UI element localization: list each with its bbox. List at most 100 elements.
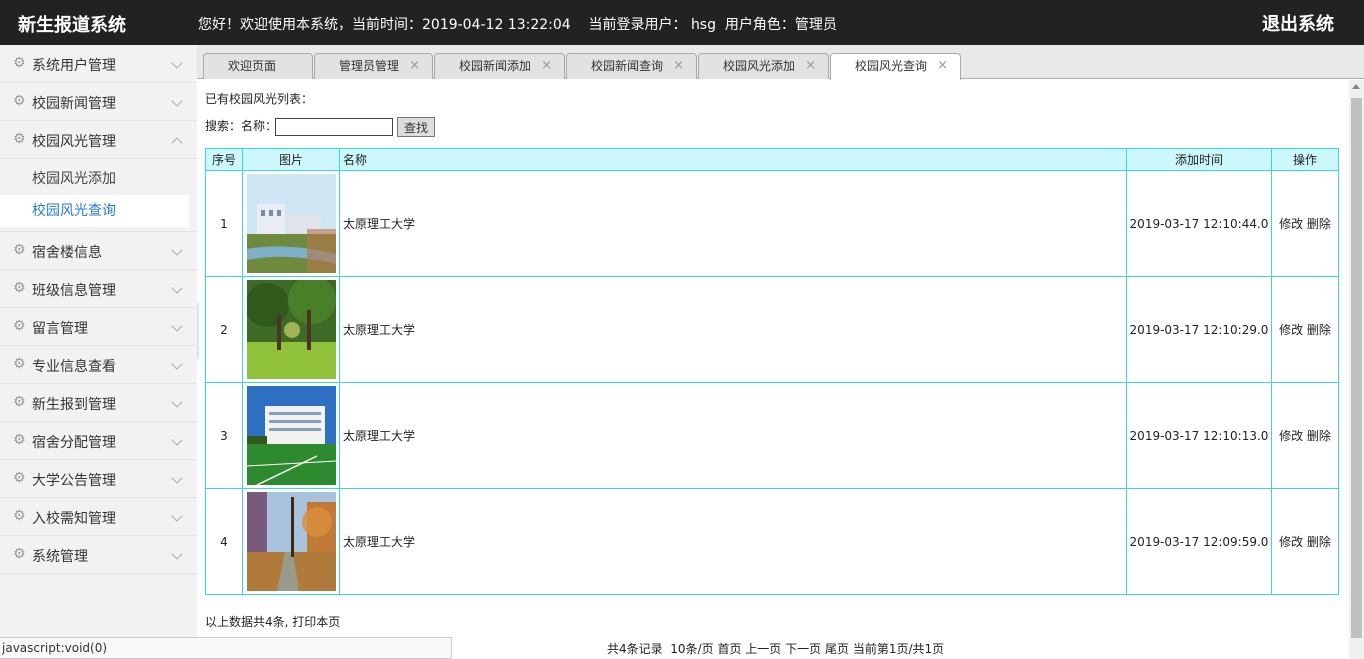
cell-actions: 修改 删除 bbox=[1271, 276, 1339, 383]
print-link[interactable]: 打印本页 bbox=[292, 615, 340, 629]
chevron-down-icon bbox=[171, 244, 183, 256]
app-title: 新生报道系统 bbox=[18, 15, 126, 36]
tab-welcome[interactable]: 欢迎页面 bbox=[203, 53, 313, 79]
sidebar-item-label: 校园新闻管理 bbox=[32, 96, 116, 112]
sidebar-item-campus-scenery[interactable]: ⚙ 校园风光管理 bbox=[0, 121, 197, 159]
sidebar-item-announcements[interactable]: ⚙ 大学公告管理 bbox=[0, 460, 197, 498]
logout-button[interactable]: 退出系统 bbox=[1262, 10, 1334, 36]
chevron-down-icon bbox=[171, 57, 183, 69]
sidebar: ⚙ 系统用户管理 ⚙ 校园新闻管理 ⚙ 校园风光管理 校园风光添加 校园风光查询… bbox=[0, 45, 197, 659]
pager-prev[interactable]: 上一页 bbox=[745, 642, 781, 656]
cell-no: 1 bbox=[205, 170, 243, 277]
chevron-down-icon bbox=[171, 358, 183, 370]
scrollbar-thumb[interactable] bbox=[1351, 98, 1362, 638]
chevron-down-icon bbox=[171, 282, 183, 294]
search-bar: 搜索：名称： 查找 bbox=[205, 117, 435, 137]
edit-link[interactable]: 修改 bbox=[1279, 323, 1303, 337]
sidebar-item-class-info[interactable]: ⚙ 班级信息管理 bbox=[0, 270, 197, 308]
tab-label: 校园风光添加 bbox=[723, 59, 796, 73]
delete-link[interactable]: 删除 bbox=[1307, 217, 1331, 231]
sidebar-item-label: 系统管理 bbox=[32, 549, 88, 565]
sidebar-item-messages[interactable]: ⚙ 留言管理 bbox=[0, 308, 197, 346]
sidebar-item-label: 班级信息管理 bbox=[32, 283, 116, 299]
search-label: 搜索：名称： bbox=[205, 119, 278, 133]
list-caption: 已有校园风光列表： bbox=[205, 92, 314, 106]
sidebar-item-registration[interactable]: ⚙ 新生报到管理 bbox=[0, 384, 197, 422]
table-row: 2 太原理工大学 2019-03-17 12:10:29.0 修改 删除 bbox=[205, 276, 1339, 383]
close-icon[interactable]: × bbox=[805, 54, 816, 78]
cell-image bbox=[242, 170, 340, 277]
sidebar-item-system-users[interactable]: ⚙ 系统用户管理 bbox=[0, 45, 197, 83]
close-icon[interactable]: × bbox=[673, 54, 684, 78]
sidebar-item-major-info[interactable]: ⚙ 专业信息查看 bbox=[0, 346, 197, 384]
tab-admin-manage[interactable]: 管理员管理 × bbox=[314, 53, 433, 79]
cell-no: 4 bbox=[205, 488, 243, 595]
delete-link[interactable]: 删除 bbox=[1307, 429, 1331, 443]
find-button[interactable]: 查找 bbox=[397, 117, 435, 137]
scroll-up-icon[interactable] bbox=[1352, 84, 1360, 89]
sidebar-subitem-scenery-query[interactable]: 校园风光查询 bbox=[0, 195, 189, 227]
column-header-time: 添加时间 bbox=[1126, 148, 1272, 171]
sidebar-item-label: 留言管理 bbox=[32, 321, 88, 337]
pager-next[interactable]: 下一页 bbox=[785, 642, 821, 656]
gear-icon: ⚙ bbox=[13, 55, 26, 71]
close-icon[interactable]: × bbox=[541, 54, 552, 78]
table-header-row: 序号 图片 名称 添加时间 操作 bbox=[205, 148, 1339, 171]
chevron-down-icon bbox=[171, 95, 183, 107]
search-name-input[interactable] bbox=[275, 118, 393, 136]
sidebar-item-system[interactable]: ⚙ 系统管理 bbox=[0, 536, 197, 574]
edit-link[interactable]: 修改 bbox=[1279, 429, 1303, 443]
tab-label: 管理员管理 bbox=[339, 59, 400, 73]
pager-last[interactable]: 尾页 bbox=[825, 642, 849, 656]
close-icon[interactable]: × bbox=[937, 54, 948, 78]
column-header-image: 图片 bbox=[242, 148, 340, 171]
table-row: 4 太原理工大学 2019-03-17 12:09:59.0 修改 删除 bbox=[205, 488, 1339, 595]
pager-per-page: 10条/页 bbox=[670, 642, 714, 656]
sidebar-subitem-scenery-add[interactable]: 校园风光添加 bbox=[0, 163, 189, 195]
tab-news-query[interactable]: 校园新闻查询 × bbox=[566, 53, 697, 79]
cell-image bbox=[242, 276, 340, 383]
pager-first[interactable]: 首页 bbox=[717, 642, 741, 656]
chevron-down-icon bbox=[171, 472, 183, 484]
cell-no: 3 bbox=[205, 382, 243, 489]
sidebar-item-label: 宿舍分配管理 bbox=[32, 435, 116, 451]
edit-link[interactable]: 修改 bbox=[1279, 535, 1303, 549]
vertical-scrollbar[interactable] bbox=[1349, 80, 1364, 659]
tab-scenery-add[interactable]: 校园风光添加 × bbox=[698, 53, 829, 79]
gear-icon: ⚙ bbox=[13, 318, 26, 334]
cell-time: 2019-03-17 12:10:13.0 bbox=[1126, 382, 1272, 489]
sidebar-item-campus-news[interactable]: ⚙ 校园新闻管理 bbox=[0, 83, 197, 121]
cell-name: 太原理工大学 bbox=[339, 488, 1127, 595]
gear-icon: ⚙ bbox=[13, 93, 26, 109]
scenery-photo-3 bbox=[246, 386, 336, 485]
delete-link[interactable]: 删除 bbox=[1307, 535, 1331, 549]
browser-status-bar: javascript:void(0) bbox=[0, 637, 452, 659]
sidebar-item-label: 入校需知管理 bbox=[32, 511, 116, 527]
welcome-text: 您好！欢迎使用本系统，当前时间：2019-04-12 13:22:04 当前登录… bbox=[198, 17, 837, 33]
gear-icon: ⚙ bbox=[13, 508, 26, 524]
sidebar-item-admission-notes[interactable]: ⚙ 入校需知管理 bbox=[0, 498, 197, 536]
cell-actions: 修改 删除 bbox=[1271, 488, 1339, 595]
tab-news-add[interactable]: 校园新闻添加 × bbox=[434, 53, 565, 79]
sidebar-item-label: 系统用户管理 bbox=[32, 58, 116, 74]
scenery-photo-1 bbox=[246, 174, 336, 273]
cell-time: 2019-03-17 12:09:59.0 bbox=[1126, 488, 1272, 595]
gear-icon: ⚙ bbox=[13, 280, 26, 296]
pager-total: 共4条记录 bbox=[607, 642, 663, 656]
sidebar-item-dormitory[interactable]: ⚙ 宿舍楼信息 bbox=[0, 232, 197, 270]
sidebar-item-dorm-allocation[interactable]: ⚙ 宿舍分配管理 bbox=[0, 422, 197, 460]
chevron-down-icon bbox=[171, 510, 183, 522]
delete-link[interactable]: 删除 bbox=[1307, 323, 1331, 337]
sidebar-item-label: 新生报到管理 bbox=[32, 397, 116, 413]
table-row: 1 太原理工大学 2019-03-17 12:10:44.0 修改 删除 bbox=[205, 170, 1339, 277]
column-header-name: 名称 bbox=[339, 148, 1127, 171]
close-icon[interactable]: × bbox=[409, 54, 420, 78]
sidebar-item-label: 校园风光管理 bbox=[32, 134, 116, 150]
sidebar-item-label: 大学公告管理 bbox=[32, 473, 116, 489]
chevron-down-icon bbox=[171, 434, 183, 446]
gear-icon: ⚙ bbox=[13, 242, 26, 258]
edit-link[interactable]: 修改 bbox=[1279, 217, 1303, 231]
chevron-down-icon bbox=[171, 320, 183, 332]
cell-image bbox=[242, 488, 340, 595]
tab-scenery-query[interactable]: 校园风光查询 × bbox=[830, 53, 961, 80]
